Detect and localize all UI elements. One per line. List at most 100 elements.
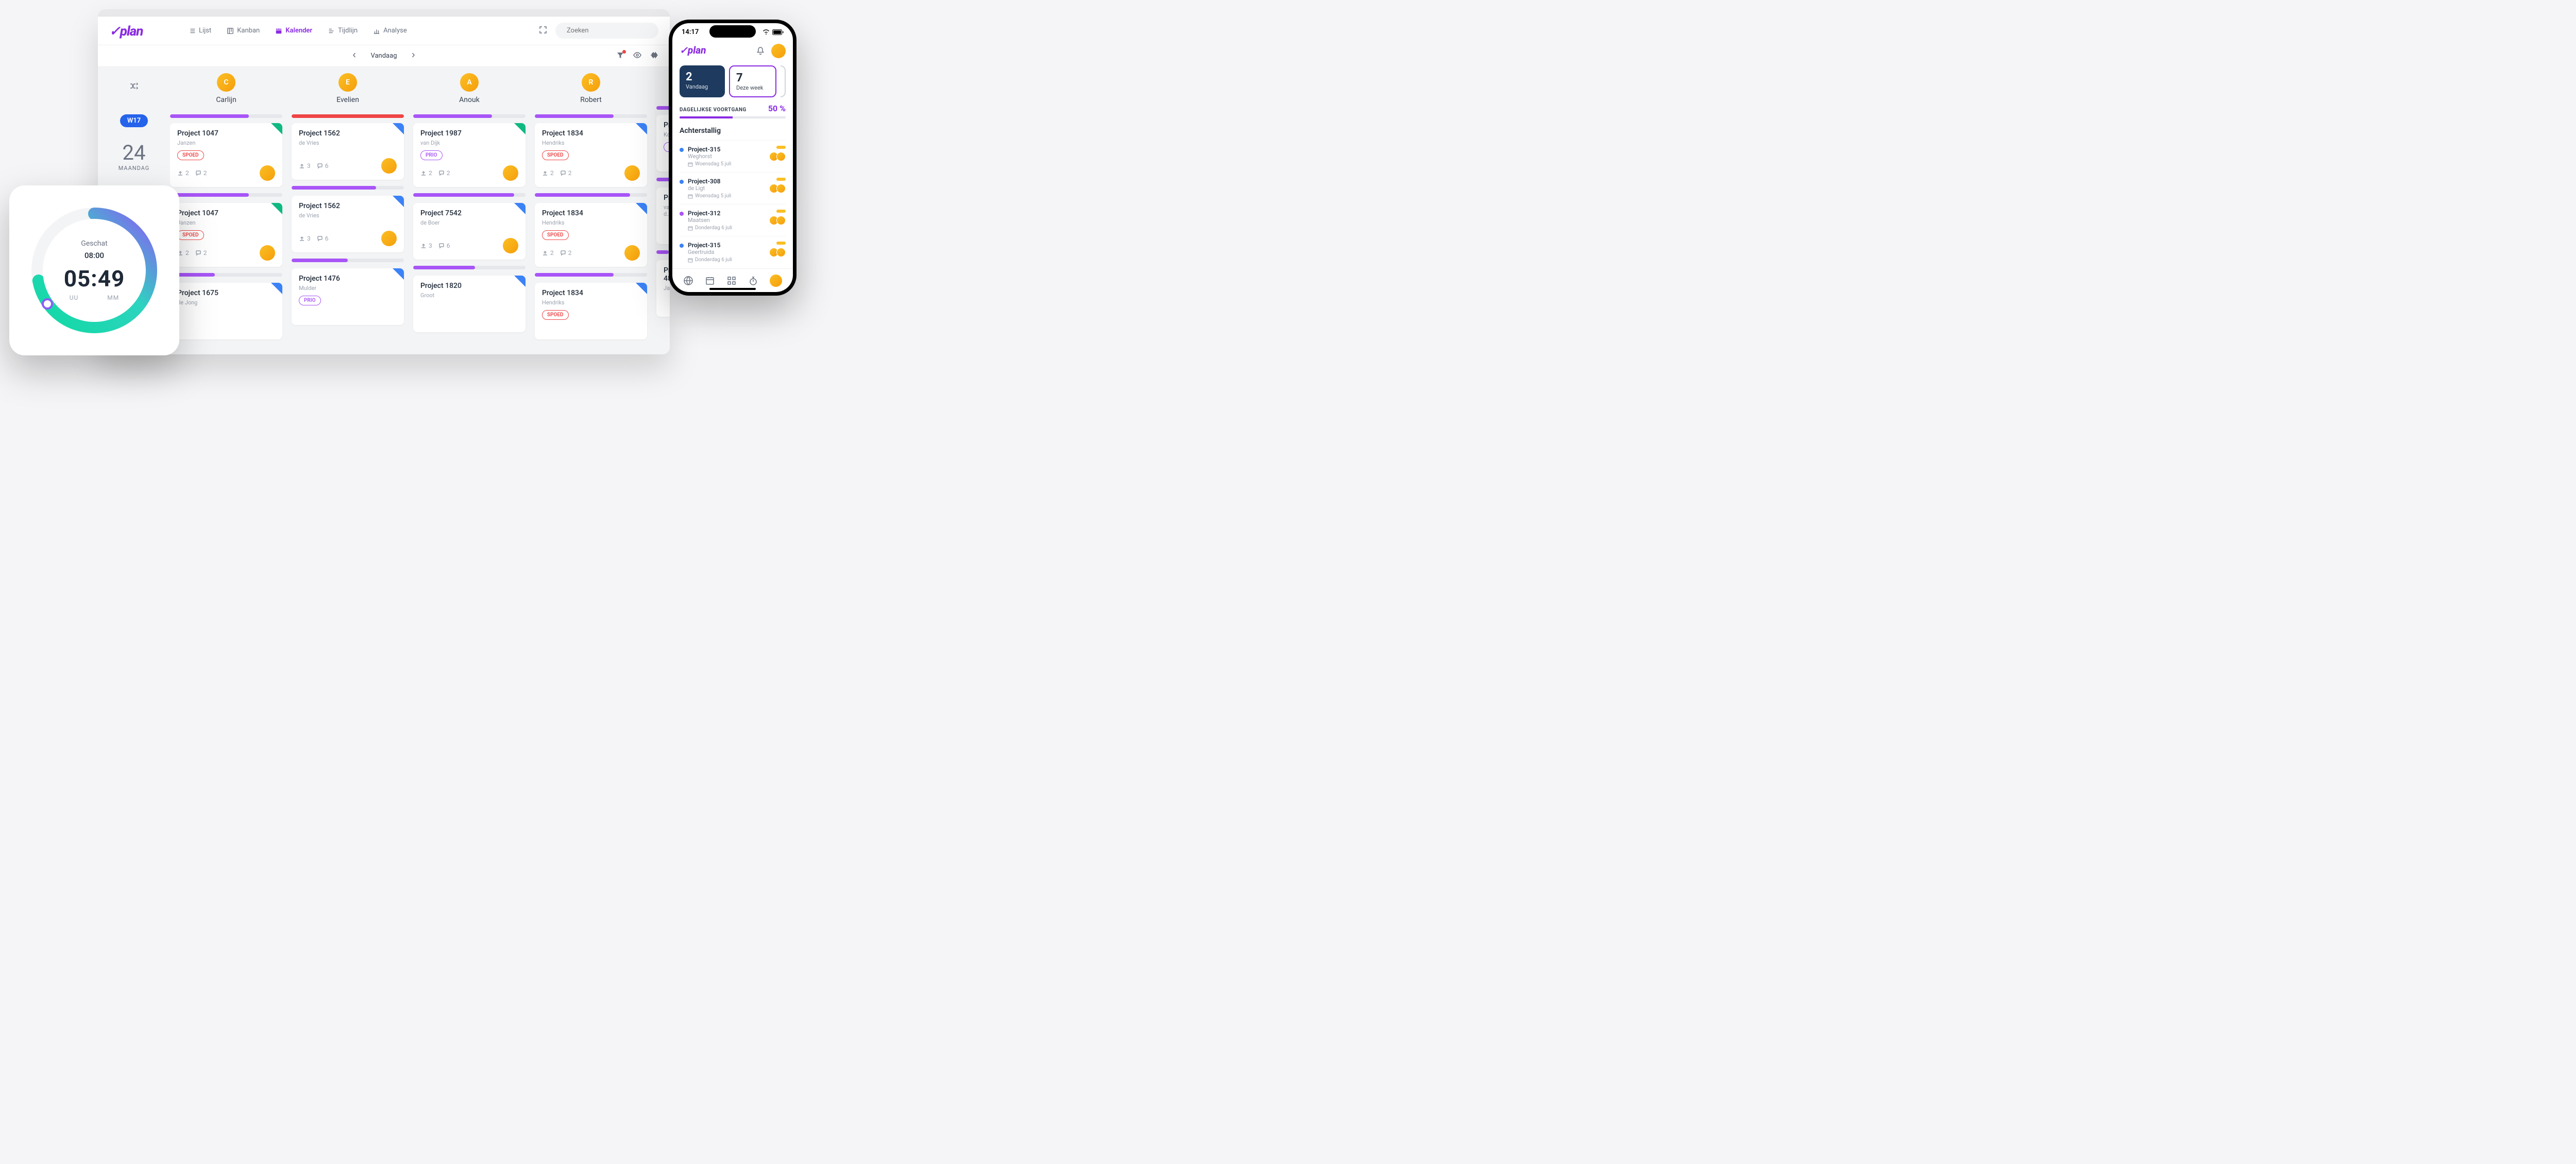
project-card[interactable]: Project 1834 Hendriks SPOED 2 2 <box>535 123 647 187</box>
column-name: Carlijn <box>216 96 236 104</box>
chevron-left-icon <box>352 53 357 58</box>
statcard-next-peek[interactable] <box>781 65 786 97</box>
column-Carlijn: C Carlijn Project 1047 Janzen SPOED 2 2 … <box>170 73 282 354</box>
card-progress <box>292 259 404 262</box>
card-title: Project 1834 <box>542 289 640 297</box>
column-progress <box>535 114 647 118</box>
filter-icon <box>616 51 624 59</box>
project-card[interactable]: Project 4829 Jacobs <box>656 260 670 317</box>
card-footer: 2 2 <box>420 165 518 181</box>
tab-calendar[interactable]: Kalender <box>269 23 318 39</box>
timer-knob[interactable] <box>42 298 53 310</box>
card-comments: 2 <box>438 169 450 177</box>
card-title: Project 1834 <box>542 129 640 138</box>
card-uploads: 2 <box>177 169 189 177</box>
card-title: Project 1562 <box>299 129 397 138</box>
card-title: Project 1476 <box>299 275 397 283</box>
eye-icon <box>633 50 642 60</box>
stopwatch-icon[interactable] <box>748 276 758 286</box>
statcard-today-label: Vandaag <box>686 83 719 90</box>
comment-icon <box>438 170 445 176</box>
timer-unit-hours: UU <box>70 294 79 301</box>
card-subtitle: Janzen <box>177 219 275 226</box>
phone-user-avatar[interactable] <box>771 44 786 58</box>
status-dot <box>680 180 684 184</box>
shuffle-button[interactable] <box>129 81 139 93</box>
globe-icon[interactable] <box>683 276 693 286</box>
calendar-small-icon <box>688 162 693 167</box>
bottombar-avatar[interactable] <box>770 275 782 287</box>
card-comments: 2 <box>560 249 572 256</box>
week-badge: W17 <box>120 114 148 127</box>
extensions-button[interactable] <box>650 51 658 61</box>
overdue-item[interactable]: Project-308 de Ligt Woensdag 5 juli <box>680 172 786 204</box>
project-card[interactable]: Pr… Konin… PRI <box>656 115 670 172</box>
project-card[interactable]: Project 1562 de Vries 3 6 <box>292 123 404 180</box>
columns-container: C Carlijn Project 1047 Janzen SPOED 2 2 … <box>170 67 670 354</box>
tab-calendar-label: Kalender <box>285 27 312 35</box>
card-subtitle: Mulder <box>299 285 397 292</box>
item-title: Project-308 <box>688 178 767 185</box>
item-date: Donderdag 6 juli <box>688 257 767 263</box>
statcard-week[interactable]: 7 Deze week <box>729 65 776 97</box>
card-corner <box>514 203 526 214</box>
column-avatar: A <box>460 73 479 92</box>
card-uploads: 2 <box>542 249 554 256</box>
overdue-item[interactable]: Project-312 Maatsen Donderdag 6 juli <box>680 204 786 236</box>
overdue-item[interactable]: Project-315 Geertruida Donderdag 6 juli <box>680 236 786 268</box>
project-card[interactable]: Project 1675 de Jong <box>170 283 282 339</box>
grid-icon[interactable] <box>726 276 737 286</box>
project-card[interactable]: Project 1987 van Dijk PRIO 2 2 <box>413 123 526 187</box>
statcard-today[interactable]: 2 Vandaag <box>680 65 725 97</box>
upload-icon <box>420 243 427 249</box>
project-card[interactable]: Pr… van d… <box>656 187 670 244</box>
fullscreen-icon[interactable] <box>539 26 547 36</box>
card-assignee-avatar <box>624 245 640 261</box>
card-progress <box>535 273 647 277</box>
card-uploads: 2 <box>542 169 554 177</box>
visibility-button[interactable] <box>633 50 642 62</box>
project-card[interactable]: Project 1047 Janzen SPOED 2 2 <box>170 123 282 187</box>
search-box[interactable] <box>555 23 658 39</box>
tab-timeline[interactable]: Tijdlijn <box>321 23 364 39</box>
bell-icon[interactable] <box>756 46 765 56</box>
card-progress <box>656 178 670 181</box>
project-card[interactable]: Project 1476 Mulder PRIO <box>292 268 404 325</box>
phone-section-title: Achterstallig <box>680 127 786 135</box>
prev-day-button[interactable] <box>352 52 357 60</box>
tag-spoed: SPOED <box>177 230 204 240</box>
nav-tabs: Lijst Kanban Kalender Tijdlijn Analyse <box>182 23 413 39</box>
filter-button[interactable] <box>616 51 624 61</box>
project-card[interactable]: Project 7542 de Boer 3 6 <box>413 203 526 260</box>
calendar-icon[interactable] <box>705 276 715 286</box>
today-label[interactable]: Vandaag <box>370 52 397 60</box>
overdue-item[interactable]: Project-315 Weghorst Woensdag 5 juli <box>680 140 786 172</box>
daily-progress-value: 50 % <box>768 104 786 113</box>
tab-analyse[interactable]: Analyse <box>367 23 413 39</box>
priority-pill <box>776 178 786 181</box>
card-subtitle: Jacobs <box>664 285 670 292</box>
calendar-small-icon <box>688 194 693 199</box>
project-card[interactable]: Project 1834 Hendriks SPOED <box>535 283 647 339</box>
desktop-app-window: ✓plan Lijst Kanban Kalender Tijdlijn Ana… <box>98 9 670 354</box>
search-input[interactable] <box>567 27 652 35</box>
project-card[interactable]: Project 1562 de Vries 3 6 <box>292 196 404 252</box>
timer-label: Geschat <box>81 239 107 248</box>
timer-elapsed: 05:49 <box>64 265 125 292</box>
priority-pill <box>776 242 786 245</box>
tab-list[interactable]: Lijst <box>182 23 217 39</box>
project-card[interactable]: Project 1834 Hendriks SPOED 2 2 <box>535 203 647 267</box>
comment-icon <box>560 250 566 256</box>
tab-kanban[interactable]: Kanban <box>221 23 266 39</box>
card-uploads: 3 <box>420 242 432 249</box>
column-progress <box>656 106 670 110</box>
timer-widget: Geschat 08:00 05:49 UU MM <box>9 185 179 355</box>
next-day-button[interactable] <box>411 52 416 60</box>
project-card[interactable]: Project 1820 Groot <box>413 276 526 332</box>
priority-pill <box>776 210 786 213</box>
card-comments: 2 <box>560 169 572 177</box>
project-card[interactable]: Project 1047 Janzen SPOED 2 2 <box>170 203 282 267</box>
upload-icon <box>542 170 548 176</box>
card-subtitle: van Dijk <box>420 140 518 146</box>
priority-pill <box>776 146 786 149</box>
